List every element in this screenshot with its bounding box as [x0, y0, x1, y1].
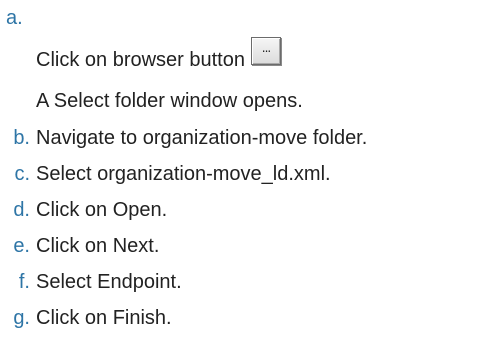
step-text-g: Click on Finish.: [36, 307, 172, 329]
step-a-note: A Select folder window opens.: [0, 87, 496, 115]
step-marker-e: e.: [13, 235, 30, 257]
step-text-b: Navigate to organization-move folder.: [36, 127, 368, 149]
step-marker-a: a.: [6, 7, 23, 29]
step-d: d. Click on Open.: [0, 196, 496, 224]
step-marker-f: f.: [18, 271, 30, 293]
step-text-a: Click on browser button...: [36, 36, 281, 75]
step-text-a-label: Click on browser button: [36, 49, 245, 71]
step-marker-d: d.: [13, 199, 30, 221]
step-a: a.: [0, 4, 496, 32]
ellipsis-icon: ...: [261, 40, 271, 55]
step-text-e: Click on Next.: [36, 235, 160, 257]
step-e: e. Click on Next.: [0, 232, 496, 260]
step-g: g. Click on Finish.: [0, 304, 496, 332]
step-f: f. Select Endpoint.: [0, 268, 496, 296]
step-marker-g: g.: [13, 307, 30, 329]
step-c: c. Select organization-move_ld.xml.: [0, 160, 496, 188]
step-marker-b: b.: [13, 127, 30, 149]
browse-button[interactable]: ...: [250, 36, 281, 65]
step-a-instruction: Click on browser button...: [0, 36, 496, 75]
step-b: b. Navigate to organization-move folder.: [0, 124, 496, 152]
step-marker-c: c.: [14, 163, 30, 185]
step-text-c: Select organization-move_ld.xml.: [36, 163, 331, 185]
instruction-steps: a. Click on browser button... A Select f…: [0, 0, 496, 350]
step-text-d: Click on Open.: [36, 199, 168, 221]
step-note-a: A Select folder window opens.: [36, 90, 303, 112]
step-text-f: Select Endpoint.: [36, 271, 182, 293]
